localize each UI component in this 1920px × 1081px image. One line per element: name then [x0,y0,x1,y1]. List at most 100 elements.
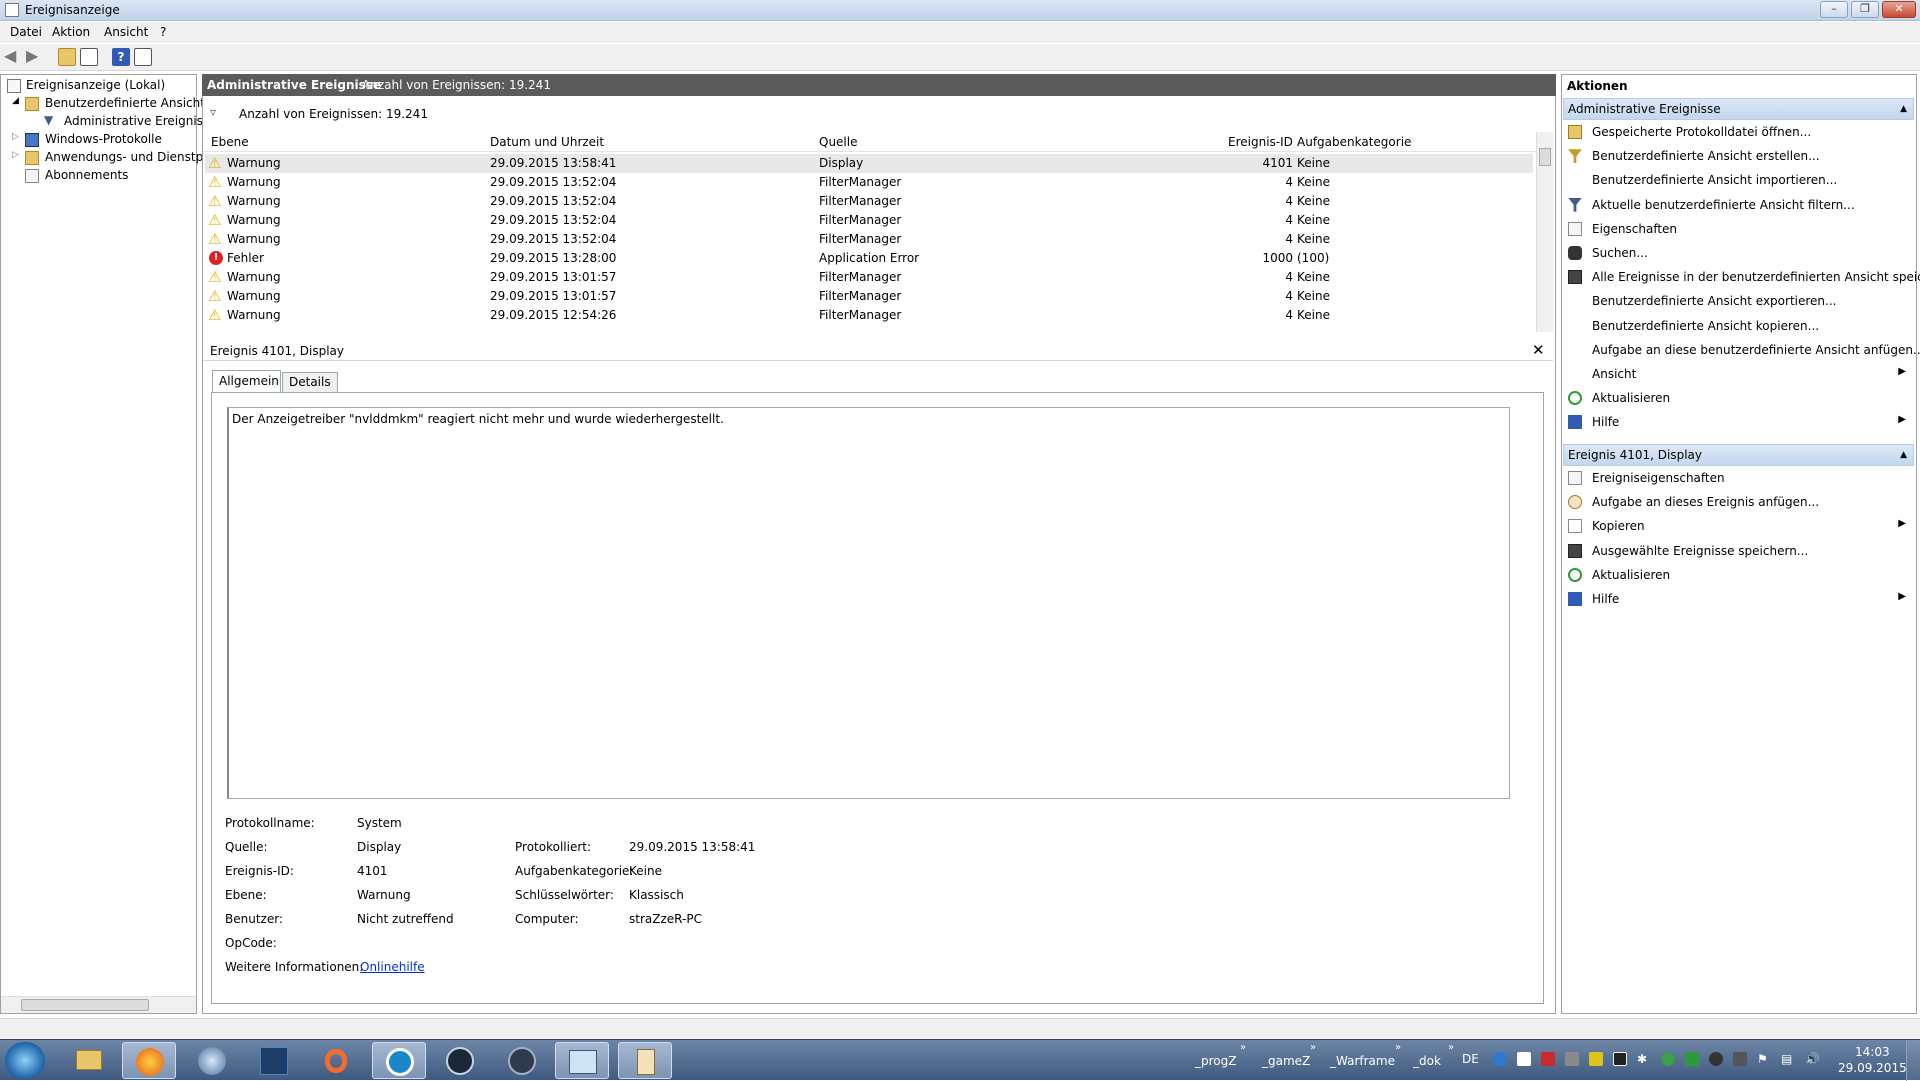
forward-icon[interactable]: ▶ [26,48,44,66]
tray-icon[interactable] [1517,1052,1531,1066]
help-icon[interactable]: ? [112,48,130,66]
tree-app-logs[interactable]: Anwendungs- und Dienstpro [45,150,215,164]
tray-icon[interactable] [1565,1052,1579,1066]
toolbar-dok[interactable]: _dok [1413,1054,1441,1068]
table-row[interactable]: ⚠ Warnung 29.09.2015 13:01:57 FilterManager… [205,268,1533,287]
language-indicator[interactable]: DE [1462,1052,1479,1066]
col-event-id[interactable]: Ereignis-ID [1228,135,1293,149]
tray-icon[interactable] [1733,1052,1747,1066]
taskbar-teamspeak[interactable] [495,1042,549,1079]
col-task-category[interactable]: Aufgabenkategorie [1297,135,1411,149]
table-row[interactable]: ⚠ Warnung 29.09.2015 13:52:04 FilterManager… [205,230,1533,249]
volume-icon[interactable]: 🔊 [1805,1052,1820,1066]
tree-windows-logs[interactable]: Windows-Protokolle [45,132,162,146]
show-hide-action-pane-icon[interactable] [134,48,152,66]
action-item[interactable]: Aktualisieren [1563,387,1914,411]
event-message-box[interactable]: Der Anzeigetreiber "nvlddmkm" reagiert n… [227,407,1510,799]
col-level[interactable]: Ebene [211,135,249,149]
toolbar-chevron[interactable]: » [1240,1042,1246,1053]
show-desktop-button[interactable] [1906,1040,1920,1081]
tab-general[interactable]: Allgemein [212,370,281,394]
tree-horizontal-scrollbar[interactable] [1,996,196,1013]
taskbar-steam[interactable] [433,1042,487,1079]
menu-aktion[interactable]: Aktion [52,25,90,39]
start-button[interactable] [5,1042,45,1079]
close-detail-icon[interactable]: ✕ [1532,341,1545,359]
toolbar-chevron[interactable]: » [1448,1042,1454,1053]
action-item[interactable]: Alle Ereignisse in der benutzerdefiniert… [1563,266,1920,290]
action-item[interactable]: Benutzerdefinierte Ansicht exportieren..… [1563,290,1914,314]
taskbar-computer-management[interactable] [555,1042,609,1079]
online-help-link[interactable]: Onlinehilfe [360,960,425,974]
actions-section-event[interactable]: Ereignis 4101, Display ▲ [1563,444,1914,466]
expand-icon[interactable]: ▷ [12,132,19,142]
up-folder-icon[interactable] [58,48,76,66]
action-item[interactable]: Gespeicherte Protokolldatei öffnen... [1563,121,1914,145]
tray-icon[interactable] [1661,1052,1675,1066]
expand-icon[interactable]: ▷ [12,150,19,160]
tree-subscriptions[interactable]: Abonnements [45,168,128,182]
action-item[interactable]: Aufgabe an dieses Ereignis anfügen... [1563,491,1914,515]
action-item[interactable]: Benutzerdefinierte Ansicht kopieren... [1563,315,1914,339]
table-row[interactable]: ⚠ Warnung 29.09.2015 12:54:26 FilterManager… [205,306,1533,325]
tray-icon[interactable] [1493,1052,1507,1066]
actions-section-admin[interactable]: Administrative Ereignisse ▲ [1563,98,1914,120]
toolbar-chevron[interactable]: » [1395,1042,1401,1053]
menu-help[interactable]: ? [160,25,166,39]
taskbar-origin[interactable] [308,1042,362,1079]
menu-ansicht[interactable]: Ansicht [104,25,148,39]
show-hide-tree-icon[interactable] [80,48,98,66]
col-datetime[interactable]: Datum und Uhrzeit [490,135,604,149]
taskbar-explorer[interactable] [62,1042,116,1079]
action-item[interactable]: Hilfe ▶ [1563,588,1914,612]
action-item[interactable]: Ausgewählte Ereignisse speichern... [1563,540,1914,564]
toolbar-progz[interactable]: _progZ [1195,1054,1236,1068]
event-grid-scrollbar[interactable] [1536,132,1553,332]
action-item[interactable]: Benutzerdefinierte Ansicht erstellen... [1563,145,1914,169]
taskbar-battlenet[interactable] [247,1042,301,1079]
action-item[interactable]: Aktuelle benutzerdefinierte Ansicht filt… [1563,194,1914,218]
tray-icon[interactable] [1589,1052,1603,1066]
clock-date[interactable]: 29.09.2015 [1838,1061,1907,1075]
taskbar-firefox[interactable] [122,1042,176,1079]
collapse-icon[interactable]: ▲ [1900,450,1907,460]
tree-admin-events[interactable]: Administrative Ereignisse [64,114,217,128]
action-item[interactable]: Eigenschaften [1563,218,1914,242]
action-item[interactable]: Aktualisieren [1563,564,1914,588]
expand-icon[interactable]: ◢ [12,96,19,106]
table-row[interactable]: ⚠ Warnung 29.09.2015 13:52:04 FilterManager… [205,192,1533,211]
tray-icon[interactable] [1709,1052,1723,1066]
action-item[interactable]: Ansicht ▶ [1563,363,1914,387]
taskbar-thunderbird[interactable] [185,1042,239,1079]
restore-button[interactable]: ❐ [1851,1,1879,18]
bluetooth-icon[interactable]: ✱ [1637,1052,1651,1066]
action-item[interactable]: Suchen... [1563,242,1914,266]
toolbar-gamez[interactable]: _gameZ [1262,1054,1310,1068]
table-row[interactable]: ⚠ Warnung 29.09.2015 13:01:57 FilterManager… [205,287,1533,306]
action-item[interactable]: Benutzerdefinierte Ansicht importieren..… [1563,169,1914,193]
table-row[interactable]: ⚠ Warnung 29.09.2015 13:58:41 Display Keine 4… [205,154,1533,173]
menu-datei[interactable]: Datei [10,25,42,39]
tree-root[interactable]: Ereignisanzeige (Lokal) [26,78,165,92]
table-row[interactable]: ⚠ Warnung 29.09.2015 13:52:04 FilterManager… [205,211,1533,230]
close-window-button[interactable]: ✕ [1882,1,1916,18]
col-source[interactable]: Quelle [819,135,857,149]
collapse-icon[interactable]: ▲ [1900,104,1907,114]
tray-icon[interactable] [1541,1052,1555,1066]
action-item[interactable]: Ereigniseigenschaften [1563,467,1914,491]
clock-time[interactable]: 14:03 [1855,1045,1890,1059]
toolbar-chevron[interactable]: » [1310,1042,1316,1053]
table-row[interactable]: ! Fehler 29.09.2015 13:28:00 Application Er… [205,249,1533,268]
toolbar-warframe[interactable]: _Warframe [1330,1054,1395,1068]
taskbar-event-viewer[interactable] [618,1042,672,1079]
action-item[interactable]: Hilfe ▶ [1563,411,1914,435]
tray-icon[interactable] [1613,1052,1627,1066]
tree-custom-views[interactable]: Benutzerdefinierte Ansichten [45,96,220,110]
back-icon[interactable]: ◀ [4,48,22,66]
table-row[interactable]: ⚠ Warnung 29.09.2015 13:52:04 FilterManager… [205,173,1533,192]
action-item[interactable]: Kopieren ▶ [1563,515,1914,539]
taskbar-uplay[interactable] [372,1042,426,1079]
action-item[interactable]: Aufgabe an diese benutzerdefinierte Ansi… [1563,339,1920,363]
tray-icon[interactable] [1685,1052,1699,1066]
action-center-flag-icon[interactable]: ⚑ [1757,1052,1771,1066]
